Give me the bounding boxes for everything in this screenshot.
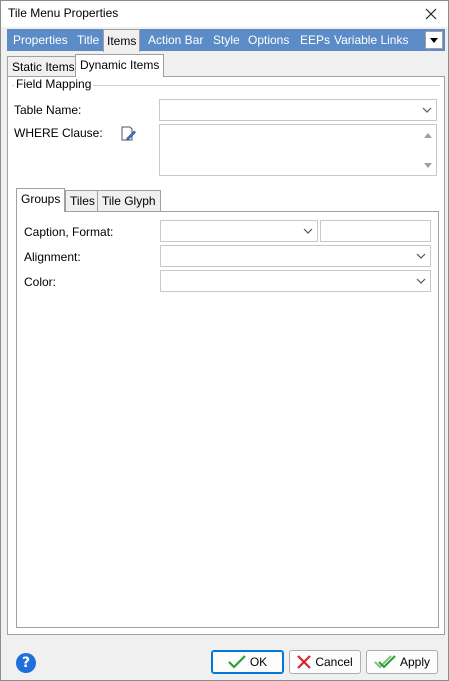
- scroll-up-button[interactable]: [420, 127, 436, 143]
- field-mapping-title: Field Mapping: [14, 77, 94, 91]
- close-button[interactable]: [414, 1, 448, 27]
- caption-combo[interactable]: [160, 220, 318, 242]
- apply-button[interactable]: Apply: [366, 650, 438, 674]
- where-clause-label: WHERE Clause:: [14, 126, 103, 140]
- caption-format-label: Caption, Format:: [24, 225, 114, 239]
- tab-action-bar[interactable]: Action Bar: [145, 29, 206, 51]
- tab-properties[interactable]: Properties: [10, 29, 71, 51]
- tab-style[interactable]: Style: [210, 29, 243, 51]
- alignment-label: Alignment:: [24, 250, 81, 264]
- window-title: Tile Menu Properties: [8, 6, 119, 20]
- groups-panel: Caption, Format: Alignment: Color:: [16, 211, 439, 628]
- color-label: Color:: [24, 275, 57, 289]
- title-bar: Tile Menu Properties: [1, 1, 448, 27]
- tab-items[interactable]: Items: [103, 29, 141, 52]
- scroll-down-button[interactable]: [420, 157, 436, 173]
- checkmark-icon: [228, 655, 246, 669]
- table-name-combo[interactable]: [159, 99, 437, 121]
- color-combo[interactable]: [160, 270, 431, 292]
- chevron-down-icon: [416, 253, 426, 259]
- triangle-down-icon: [430, 37, 438, 43]
- cancel-label: Cancel: [315, 655, 353, 669]
- ok-button[interactable]: OK: [211, 650, 284, 674]
- tab-options[interactable]: Options: [245, 29, 292, 51]
- tab-eeps[interactable]: EEPs: [297, 29, 333, 51]
- properties-dialog: Tile Menu Properties Properties Title It…: [0, 0, 449, 681]
- tab-variable-links[interactable]: Variable Links: [331, 29, 411, 51]
- cancel-button[interactable]: Cancel: [289, 650, 361, 674]
- chevron-down-icon: [422, 107, 432, 113]
- tab-overflow-button[interactable]: [425, 31, 443, 49]
- tab-tile-glyph[interactable]: Tile Glyph: [97, 190, 161, 211]
- x-icon: [297, 655, 312, 669]
- tab-dynamic-items[interactable]: Dynamic Items: [75, 54, 165, 77]
- chevron-down-icon: [416, 278, 426, 284]
- tab-tiles[interactable]: Tiles: [65, 190, 100, 211]
- main-tab-strip: Properties Title Items Action Bar Style …: [7, 29, 445, 52]
- edit-where-clause-button[interactable]: [120, 126, 136, 142]
- tab-title[interactable]: Title: [74, 29, 102, 51]
- format-input[interactable]: [320, 220, 431, 242]
- alignment-combo[interactable]: [160, 245, 431, 267]
- ok-label: OK: [249, 655, 268, 669]
- tab-groups[interactable]: Groups: [16, 188, 66, 212]
- edit-document-icon: [121, 126, 136, 141]
- where-clause-input[interactable]: [159, 124, 437, 176]
- triangle-up-icon: [424, 132, 432, 138]
- triangle-down-icon: [424, 162, 432, 168]
- table-name-label: Table Name:: [14, 103, 82, 117]
- chevron-down-icon: [303, 228, 313, 234]
- close-icon: [425, 8, 437, 20]
- tab-static-items[interactable]: Static Items: [7, 56, 80, 76]
- double-checkmark-icon: [374, 655, 396, 669]
- help-icon[interactable]: ?: [16, 653, 36, 673]
- dynamic-items-panel: Field Mapping Table Name: WHERE Clause:: [7, 76, 445, 635]
- dialog-button-bar: ? OK Cancel Apply: [1, 640, 448, 680]
- where-clause-scrollbar[interactable]: [420, 125, 436, 175]
- apply-label: Apply: [399, 655, 431, 669]
